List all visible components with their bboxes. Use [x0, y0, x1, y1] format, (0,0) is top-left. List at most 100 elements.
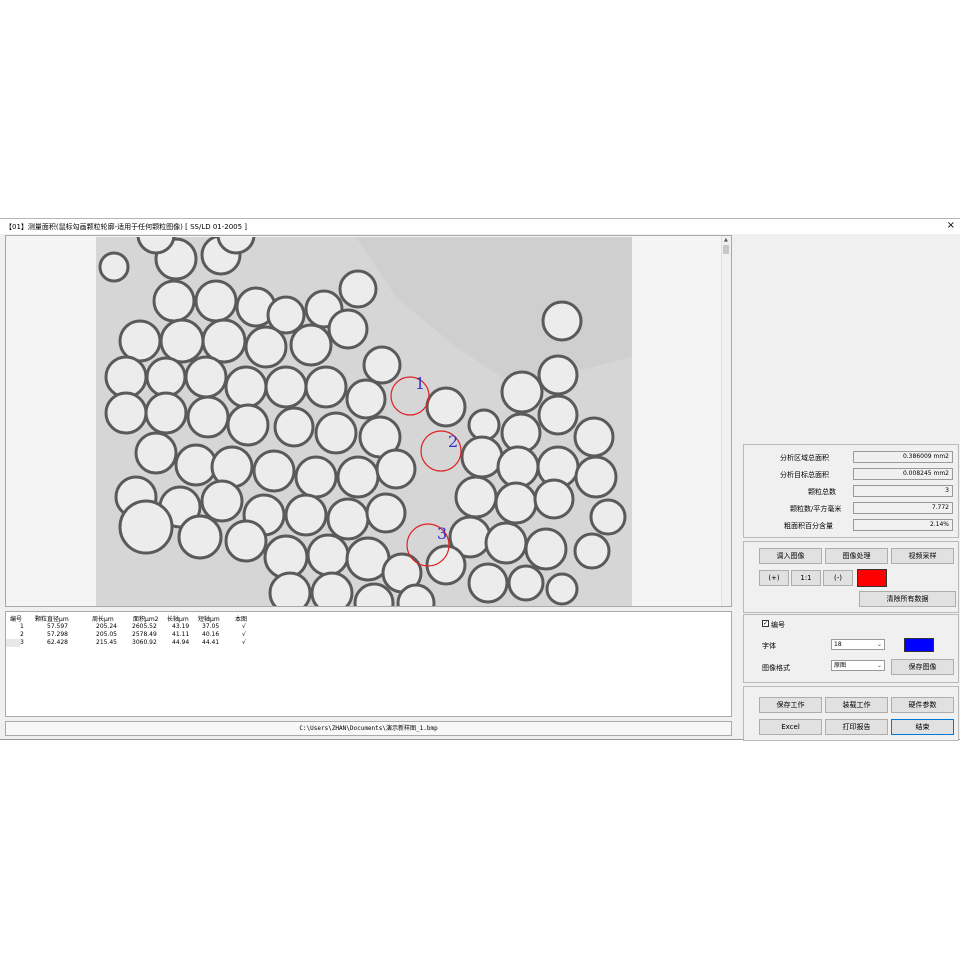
particle [365, 492, 407, 534]
particle-micrograph: 1 2 3 [96, 237, 632, 606]
scroll-thumb[interactable] [723, 245, 729, 254]
zoom-out-button[interactable]: (-) [823, 570, 853, 586]
cell-major-axis: 44.94 [172, 639, 190, 646]
stat-value-target-area: 0.008245 mm2 [853, 468, 953, 480]
particle [454, 475, 498, 519]
particle [268, 571, 312, 606]
particle [145, 356, 187, 398]
particle [589, 498, 627, 536]
label-color-swatch[interactable] [904, 638, 934, 652]
particle [524, 527, 568, 571]
cell-diameter: 62.428 [47, 639, 68, 646]
chevron-down-icon: ⌄ [876, 641, 882, 648]
image-format-select[interactable]: 原图 ⌄ [831, 660, 885, 671]
cell-minor-axis: 40.16 [202, 631, 220, 638]
font-size-label: 字体 [762, 642, 776, 650]
font-size-value: 18 [834, 641, 842, 648]
print-report-button[interactable]: 打印报告 [825, 719, 888, 735]
particle [500, 370, 544, 414]
cell-current-image: √ [242, 623, 246, 630]
particle [396, 583, 436, 606]
col-header-major-axis: 长轴μm [167, 616, 189, 623]
image-vertical-scrollbar[interactable]: ▲ [721, 236, 731, 606]
stat-label-density: 颗粒数/平方毫米 [790, 505, 842, 513]
cell-major-axis: 41.11 [172, 631, 190, 638]
particle [98, 251, 130, 283]
particle [306, 533, 350, 577]
particle-label-1: 1 [415, 374, 425, 393]
actions-panel: 保存工作 装载工作 硬件参数 Excel 打印报告 结束 [743, 686, 959, 741]
particle [467, 562, 509, 604]
exit-button[interactable]: 结束 [891, 719, 954, 735]
particle [327, 308, 369, 350]
cell-id: 1 [20, 623, 24, 630]
particle [362, 345, 402, 385]
file-path-bar: C:\Users\ZHAN\Documents\演示新样图_1.bmp [5, 721, 732, 736]
particle [460, 435, 504, 479]
load-image-button[interactable]: 调入图像 [759, 548, 822, 564]
particle [537, 394, 579, 436]
particle [152, 279, 196, 323]
font-size-select[interactable]: 18 ⌄ [831, 639, 885, 650]
col-header-area: 面积μm2 [133, 616, 159, 623]
particle-label-3: 3 [437, 524, 447, 543]
col-header-minor-axis: 短轴μm [198, 616, 220, 623]
particle [573, 532, 611, 570]
particle [273, 406, 315, 448]
cell-perimeter: 205.05 [96, 631, 117, 638]
results-table: 编号 颗粒直径μm 周长μm 面积μm2 长轴μm 短轴μm 本图 1 57.5… [5, 611, 732, 717]
cell-id: 3 [20, 639, 24, 646]
particle [574, 455, 618, 499]
particle [484, 521, 528, 565]
col-header-perimeter: 周长μm [92, 616, 114, 623]
particle [252, 449, 296, 493]
particle [118, 499, 174, 555]
particle [541, 300, 583, 342]
zoom-reset-button[interactable]: 1:1 [791, 570, 821, 586]
excel-button[interactable]: Excel [759, 719, 822, 735]
particle [177, 514, 223, 560]
col-header-current-image: 本图 [235, 616, 248, 623]
particle [345, 378, 387, 420]
save-image-button[interactable]: 保存图像 [891, 659, 954, 675]
particle [200, 479, 244, 523]
outline-color-swatch[interactable] [857, 569, 887, 587]
image-process-button[interactable]: 图像处理 [825, 548, 888, 564]
numbering-label: 编号 [771, 621, 785, 629]
particle [326, 497, 370, 541]
load-work-button[interactable]: 装载工作 [825, 697, 888, 713]
particle [226, 403, 270, 447]
cell-area: 2605.52 [132, 623, 157, 630]
cell-current-image: √ [242, 639, 246, 646]
particle [224, 519, 268, 563]
image-format-label: 图像格式 [762, 664, 790, 672]
cell-major-axis: 43.19 [172, 623, 190, 630]
cell-perimeter: 205.24 [96, 623, 117, 630]
particle [144, 391, 188, 435]
table-row[interactable]: 3 62.428 215.45 3060.92 44.94 44.41 √ [6, 639, 286, 648]
particle [496, 445, 540, 489]
cell-area: 2578.49 [132, 631, 157, 638]
particle [425, 386, 467, 428]
image-viewer[interactable]: 1 2 3 ▲ [5, 235, 732, 607]
clear-all-data-button[interactable]: 清除所有数据 [859, 591, 956, 607]
window-title: 【01】测量面积(鼠标勾画颗粒轮廓-适用于任何颗粒图像) [ SS/LD 01-… [5, 223, 248, 231]
image-tools-panel: 调入图像 图像处理 视频采样 (+) 1:1 (-) 清除所有数据 [743, 541, 959, 613]
main-window: 【01】测量面积(鼠标勾画颗粒轮廓-适用于任何颗粒图像) [ SS/LD 01-… [0, 218, 960, 741]
particle [104, 391, 148, 435]
zoom-in-button[interactable]: (+) [759, 570, 789, 586]
particle [118, 319, 162, 363]
close-icon[interactable]: × [947, 220, 955, 232]
stat-label-particle-count: 颗粒总数 [808, 488, 836, 496]
scroll-up-icon[interactable]: ▲ [724, 237, 728, 243]
video-capture-button[interactable]: 视频采样 [891, 548, 954, 564]
cell-minor-axis: 44.41 [202, 639, 220, 646]
particle [304, 365, 348, 409]
numbering-checkbox[interactable]: ✓ [762, 620, 769, 627]
save-work-button[interactable]: 保存工作 [759, 697, 822, 713]
hardware-params-button[interactable]: 硬件参数 [891, 697, 954, 713]
cell-diameter: 57.597 [47, 623, 68, 630]
particle [573, 416, 615, 458]
particle [294, 455, 338, 499]
row-selector[interactable] [6, 639, 20, 647]
